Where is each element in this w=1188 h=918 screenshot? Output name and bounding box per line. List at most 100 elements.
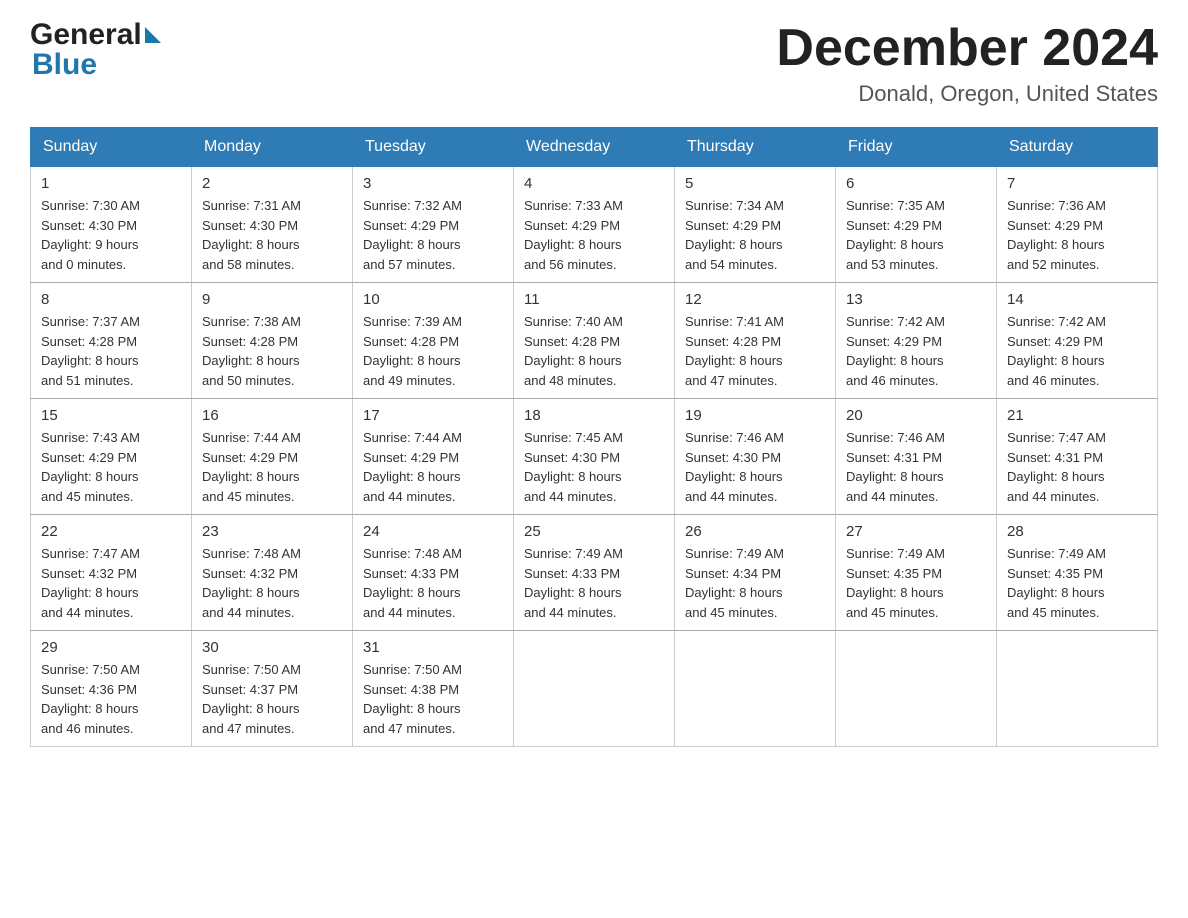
calendar-day-cell: 31 Sunrise: 7:50 AMSunset: 4:38 PMDaylig… [353, 631, 514, 747]
day-info: Sunrise: 7:36 AMSunset: 4:29 PMDaylight:… [1007, 196, 1147, 274]
day-info: Sunrise: 7:47 AMSunset: 4:32 PMDaylight:… [41, 544, 181, 622]
day-number: 16 [202, 407, 342, 424]
calendar-day-cell: 22 Sunrise: 7:47 AMSunset: 4:32 PMDaylig… [31, 515, 192, 631]
day-number: 8 [41, 291, 181, 308]
day-info: Sunrise: 7:45 AMSunset: 4:30 PMDaylight:… [524, 428, 664, 506]
day-info: Sunrise: 7:40 AMSunset: 4:28 PMDaylight:… [524, 312, 664, 390]
calendar-day-cell: 24 Sunrise: 7:48 AMSunset: 4:33 PMDaylig… [353, 515, 514, 631]
logo-general-text: General [30, 20, 142, 50]
calendar-header-thursday: Thursday [675, 128, 836, 167]
calendar-day-cell: 9 Sunrise: 7:38 AMSunset: 4:28 PMDayligh… [192, 283, 353, 399]
day-number: 19 [685, 407, 825, 424]
calendar-header-saturday: Saturday [997, 128, 1158, 167]
calendar-day-cell: 2 Sunrise: 7:31 AMSunset: 4:30 PMDayligh… [192, 167, 353, 283]
day-number: 29 [41, 639, 181, 656]
day-number: 21 [1007, 407, 1147, 424]
month-title: December 2024 [776, 20, 1158, 77]
calendar-header-wednesday: Wednesday [514, 128, 675, 167]
day-number: 23 [202, 523, 342, 540]
day-info: Sunrise: 7:48 AMSunset: 4:33 PMDaylight:… [363, 544, 503, 622]
calendar-table: SundayMondayTuesdayWednesdayThursdayFrid… [30, 127, 1158, 747]
calendar-week-row: 22 Sunrise: 7:47 AMSunset: 4:32 PMDaylig… [31, 515, 1158, 631]
day-info: Sunrise: 7:47 AMSunset: 4:31 PMDaylight:… [1007, 428, 1147, 506]
calendar-day-cell: 10 Sunrise: 7:39 AMSunset: 4:28 PMDaylig… [353, 283, 514, 399]
day-number: 25 [524, 523, 664, 540]
day-info: Sunrise: 7:30 AMSunset: 4:30 PMDaylight:… [41, 196, 181, 274]
calendar-day-cell [675, 631, 836, 747]
day-info: Sunrise: 7:42 AMSunset: 4:29 PMDaylight:… [846, 312, 986, 390]
day-number: 30 [202, 639, 342, 656]
logo-blue-text: Blue [32, 50, 161, 80]
day-info: Sunrise: 7:50 AMSunset: 4:38 PMDaylight:… [363, 660, 503, 738]
calendar-day-cell: 15 Sunrise: 7:43 AMSunset: 4:29 PMDaylig… [31, 399, 192, 515]
calendar-header-tuesday: Tuesday [353, 128, 514, 167]
day-number: 4 [524, 175, 664, 192]
location-subtitle: Donald, Oregon, United States [776, 81, 1158, 107]
day-number: 17 [363, 407, 503, 424]
day-number: 9 [202, 291, 342, 308]
day-number: 2 [202, 175, 342, 192]
calendar-day-cell [997, 631, 1158, 747]
day-number: 28 [1007, 523, 1147, 540]
day-info: Sunrise: 7:46 AMSunset: 4:31 PMDaylight:… [846, 428, 986, 506]
day-info: Sunrise: 7:42 AMSunset: 4:29 PMDaylight:… [1007, 312, 1147, 390]
day-info: Sunrise: 7:43 AMSunset: 4:29 PMDaylight:… [41, 428, 181, 506]
calendar-week-row: 15 Sunrise: 7:43 AMSunset: 4:29 PMDaylig… [31, 399, 1158, 515]
day-info: Sunrise: 7:49 AMSunset: 4:34 PMDaylight:… [685, 544, 825, 622]
day-number: 27 [846, 523, 986, 540]
day-number: 12 [685, 291, 825, 308]
day-number: 6 [846, 175, 986, 192]
calendar-week-row: 29 Sunrise: 7:50 AMSunset: 4:36 PMDaylig… [31, 631, 1158, 747]
day-number: 7 [1007, 175, 1147, 192]
calendar-day-cell: 25 Sunrise: 7:49 AMSunset: 4:33 PMDaylig… [514, 515, 675, 631]
day-info: Sunrise: 7:41 AMSunset: 4:28 PMDaylight:… [685, 312, 825, 390]
day-info: Sunrise: 7:34 AMSunset: 4:29 PMDaylight:… [685, 196, 825, 274]
day-number: 1 [41, 175, 181, 192]
calendar-week-row: 1 Sunrise: 7:30 AMSunset: 4:30 PMDayligh… [31, 167, 1158, 283]
calendar-day-cell: 6 Sunrise: 7:35 AMSunset: 4:29 PMDayligh… [836, 167, 997, 283]
calendar-week-row: 8 Sunrise: 7:37 AMSunset: 4:28 PMDayligh… [31, 283, 1158, 399]
day-number: 3 [363, 175, 503, 192]
day-number: 10 [363, 291, 503, 308]
calendar-day-cell: 27 Sunrise: 7:49 AMSunset: 4:35 PMDaylig… [836, 515, 997, 631]
calendar-day-cell: 23 Sunrise: 7:48 AMSunset: 4:32 PMDaylig… [192, 515, 353, 631]
calendar-day-cell: 4 Sunrise: 7:33 AMSunset: 4:29 PMDayligh… [514, 167, 675, 283]
day-info: Sunrise: 7:50 AMSunset: 4:37 PMDaylight:… [202, 660, 342, 738]
calendar-day-cell: 13 Sunrise: 7:42 AMSunset: 4:29 PMDaylig… [836, 283, 997, 399]
day-info: Sunrise: 7:46 AMSunset: 4:30 PMDaylight:… [685, 428, 825, 506]
calendar-day-cell: 29 Sunrise: 7:50 AMSunset: 4:36 PMDaylig… [31, 631, 192, 747]
day-info: Sunrise: 7:49 AMSunset: 4:33 PMDaylight:… [524, 544, 664, 622]
calendar-day-cell [514, 631, 675, 747]
day-number: 15 [41, 407, 181, 424]
calendar-day-cell: 1 Sunrise: 7:30 AMSunset: 4:30 PMDayligh… [31, 167, 192, 283]
day-number: 11 [524, 291, 664, 308]
day-info: Sunrise: 7:37 AMSunset: 4:28 PMDaylight:… [41, 312, 181, 390]
calendar-day-cell: 19 Sunrise: 7:46 AMSunset: 4:30 PMDaylig… [675, 399, 836, 515]
calendar-day-cell: 3 Sunrise: 7:32 AMSunset: 4:29 PMDayligh… [353, 167, 514, 283]
day-number: 31 [363, 639, 503, 656]
day-info: Sunrise: 7:48 AMSunset: 4:32 PMDaylight:… [202, 544, 342, 622]
calendar-day-cell: 5 Sunrise: 7:34 AMSunset: 4:29 PMDayligh… [675, 167, 836, 283]
calendar-day-cell [836, 631, 997, 747]
calendar-day-cell: 7 Sunrise: 7:36 AMSunset: 4:29 PMDayligh… [997, 167, 1158, 283]
day-info: Sunrise: 7:32 AMSunset: 4:29 PMDaylight:… [363, 196, 503, 274]
day-info: Sunrise: 7:38 AMSunset: 4:28 PMDaylight:… [202, 312, 342, 390]
calendar-day-cell: 30 Sunrise: 7:50 AMSunset: 4:37 PMDaylig… [192, 631, 353, 747]
day-info: Sunrise: 7:50 AMSunset: 4:36 PMDaylight:… [41, 660, 181, 738]
day-info: Sunrise: 7:33 AMSunset: 4:29 PMDaylight:… [524, 196, 664, 274]
day-info: Sunrise: 7:39 AMSunset: 4:28 PMDaylight:… [363, 312, 503, 390]
calendar-day-cell: 18 Sunrise: 7:45 AMSunset: 4:30 PMDaylig… [514, 399, 675, 515]
calendar-day-cell: 11 Sunrise: 7:40 AMSunset: 4:28 PMDaylig… [514, 283, 675, 399]
calendar-day-cell: 12 Sunrise: 7:41 AMSunset: 4:28 PMDaylig… [675, 283, 836, 399]
day-number: 14 [1007, 291, 1147, 308]
day-number: 26 [685, 523, 825, 540]
day-info: Sunrise: 7:44 AMSunset: 4:29 PMDaylight:… [202, 428, 342, 506]
day-number: 13 [846, 291, 986, 308]
calendar-day-cell: 16 Sunrise: 7:44 AMSunset: 4:29 PMDaylig… [192, 399, 353, 515]
logo-arrow-icon [145, 27, 161, 43]
day-info: Sunrise: 7:35 AMSunset: 4:29 PMDaylight:… [846, 196, 986, 274]
page-header: General Blue December 2024 Donald, Orego… [30, 20, 1158, 107]
calendar-day-cell: 21 Sunrise: 7:47 AMSunset: 4:31 PMDaylig… [997, 399, 1158, 515]
calendar-header-row: SundayMondayTuesdayWednesdayThursdayFrid… [31, 128, 1158, 167]
logo: General Blue [30, 20, 161, 80]
